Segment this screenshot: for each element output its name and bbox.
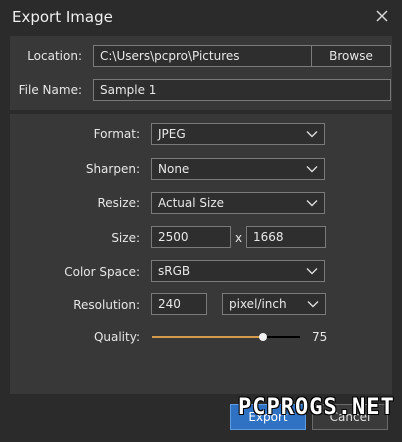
resize-value: Actual Size (158, 196, 225, 210)
chevron-down-icon (306, 268, 318, 275)
resize-label: Resize: (97, 196, 141, 210)
resolution-field[interactable]: 240 (151, 293, 207, 315)
export-image-dialog: Export Image Location: C:\Users\pcpro\Pi… (0, 0, 402, 442)
sharpen-label: Sharpen: (85, 162, 140, 176)
chevron-down-icon (306, 200, 318, 207)
dialog-title: Export Image (12, 8, 113, 26)
options-panel (10, 114, 392, 394)
color-space-label: Color Space: (64, 265, 140, 279)
color-space-value: sRGB (158, 264, 191, 278)
format-select[interactable]: JPEG (151, 123, 325, 145)
quality-label: Quality: (93, 330, 140, 344)
close-icon[interactable] (370, 4, 394, 28)
resolution-label: Resolution: (73, 298, 140, 312)
quality-slider-fill (152, 336, 263, 338)
file-name-field[interactable]: Sample 1 (93, 79, 391, 101)
size-separator: x (235, 231, 243, 245)
browse-button[interactable]: Browse (311, 45, 391, 67)
location-label: Location: (27, 49, 82, 63)
size-label: Size: (111, 231, 140, 245)
chevron-down-icon (306, 131, 318, 138)
resolution-unit-select[interactable]: pixel/inch (222, 293, 326, 315)
width-field[interactable]: 2500 (151, 226, 231, 248)
chevron-down-icon (307, 301, 319, 308)
resolution-unit-value: pixel/inch (229, 297, 287, 311)
location-field[interactable]: C:\Users\pcpro\Pictures (93, 45, 312, 67)
format-value: JPEG (158, 127, 186, 141)
height-field[interactable]: 1668 (246, 226, 326, 248)
resize-select[interactable]: Actual Size (151, 192, 325, 214)
title-bar: Export Image (0, 0, 402, 32)
watermark: PCPROGS.NET (238, 395, 395, 420)
quality-value: 75 (312, 330, 328, 344)
sharpen-select[interactable]: None (151, 158, 325, 180)
color-space-select[interactable]: sRGB (151, 260, 325, 282)
format-label: Format: (93, 127, 140, 141)
file-name-label: File Name: (18, 83, 82, 97)
chevron-down-icon (306, 166, 318, 173)
sharpen-value: None (158, 162, 190, 176)
quality-slider-thumb[interactable] (259, 333, 267, 341)
